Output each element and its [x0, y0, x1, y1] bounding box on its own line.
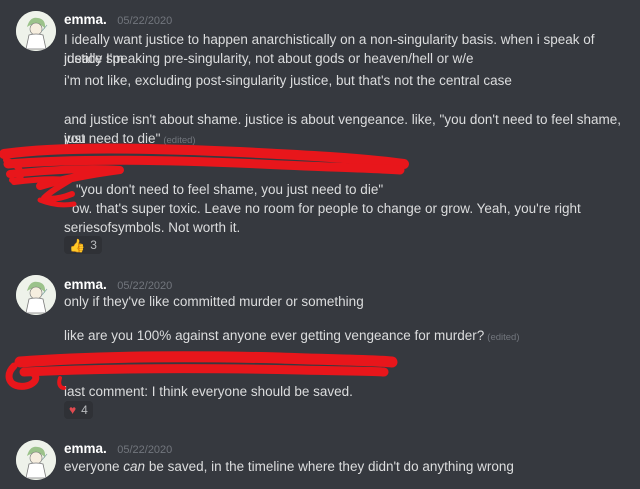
- message-text: like are you 100% against anyone ever ge…: [64, 326, 628, 347]
- edited-label: (edited): [487, 332, 520, 343]
- message-timestamp: 05/22/2020: [117, 444, 173, 456]
- author-name[interactable]: emma.: [64, 12, 107, 27]
- message-header: emma. 05/22/2020: [64, 11, 172, 29]
- author-name[interactable]: emma.: [64, 277, 107, 292]
- avatar[interactable]: [16, 11, 56, 51]
- reaction-button[interactable]: 👍 3: [64, 236, 102, 254]
- message-text: i'm not like, excluding post-singularity…: [64, 73, 512, 88]
- heart-icon: ♥: [69, 403, 77, 417]
- message-text: last comment: I think everyone should be…: [64, 384, 353, 399]
- reaction-button[interactable]: ♥ 4: [64, 401, 93, 419]
- message-text-span: just need to die": [64, 131, 161, 146]
- edited-label: (edited): [163, 135, 196, 146]
- message-timestamp: 05/22/2020: [117, 15, 173, 27]
- message-text: seriesofsymbols. Not worth it.: [64, 220, 241, 235]
- message-text: just need to die" (edited): [64, 129, 628, 150]
- message-text: "you don't need to feel shame, you just …: [76, 182, 384, 197]
- message-text-span: be saved, in the timeline where they did…: [145, 459, 514, 474]
- thumbs-up-icon: 👍: [69, 237, 86, 253]
- message-emphasis: can: [123, 459, 146, 474]
- reaction-count: 3: [90, 238, 97, 252]
- message-text: ideally speaking pre-singularity, not ab…: [64, 51, 474, 66]
- message-header: emma. 05/22/2020: [64, 440, 172, 458]
- message-text: only if they've like committed murder or…: [64, 294, 364, 309]
- author-name[interactable]: emma.: [64, 441, 107, 456]
- avatar-image: [16, 440, 56, 480]
- message-timestamp: 05/22/2020: [117, 280, 173, 292]
- avatar[interactable]: [16, 275, 56, 315]
- message-text-span: everyone: [64, 459, 124, 474]
- avatar-image: [16, 11, 56, 51]
- message-text: ow. that's super toxic. Leave no room fo…: [72, 201, 581, 216]
- message-text: everyone can be saved, in the timeline w…: [64, 457, 628, 476]
- reaction-count: 4: [81, 403, 88, 417]
- avatar-image: [16, 275, 56, 315]
- avatar[interactable]: [16, 440, 56, 480]
- message-text-span: like are you 100% against anyone ever ge…: [64, 328, 485, 343]
